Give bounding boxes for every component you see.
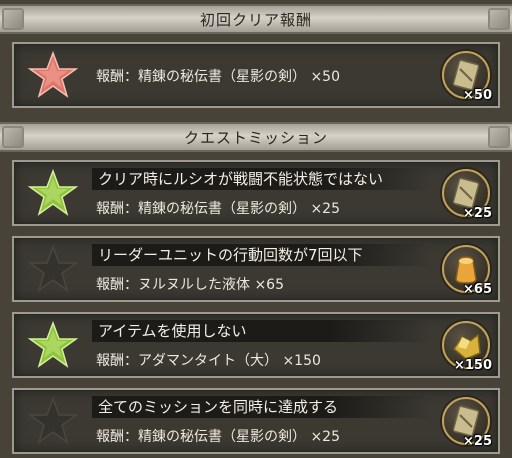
reward-text: 報酬：アダマンタイト（大） ×150 <box>96 353 321 369</box>
star-icon <box>28 244 78 294</box>
mission-condition: アイテムを使用しない <box>92 320 432 342</box>
item-quantity: ×150 <box>453 358 492 373</box>
book-icon: ×25 <box>442 169 492 221</box>
star-icon <box>28 396 78 446</box>
mission-card: 全てのミッションを同時に達成する 報酬：精錬の秘伝書（星影の剣） ×25 ×25 <box>12 388 500 454</box>
item-quantity: ×50 <box>463 88 492 103</box>
reward-text: 報酬：精錬の秘伝書（星影の剣） ×25 <box>96 429 340 445</box>
mission-card: アイテムを使用しない 報酬：アダマンタイト（大） ×150 ×150 <box>12 312 500 378</box>
book-icon: ×25 <box>442 397 492 449</box>
reward-text: 報酬：精錬の秘伝書（星影の剣） ×50 <box>96 69 340 85</box>
star-icon <box>28 168 78 218</box>
corner-ornament <box>2 126 24 148</box>
item-quantity: ×65 <box>463 282 492 297</box>
corner-ornament <box>488 126 510 148</box>
quest-missions-header: クエストミッション <box>0 122 512 152</box>
item-quantity: ×25 <box>463 206 492 221</box>
mission-card: クリア時にルシオが戦闘不能状態ではない 報酬：精錬の秘伝書（星影の剣） ×25 … <box>12 160 500 226</box>
potion-icon: ×65 <box>442 245 492 297</box>
star-icon <box>28 50 78 100</box>
ore-icon: ×150 <box>442 321 492 373</box>
item-quantity: ×25 <box>463 434 492 449</box>
first-clear-reward-card: 報酬：精錬の秘伝書（星影の剣） ×50 ×50 <box>12 42 500 108</box>
mission-condition: リーダーユニットの行動回数が7回以下 <box>92 244 432 266</box>
mission-condition: 全てのミッションを同時に達成する <box>92 396 432 418</box>
book-icon: ×50 <box>442 51 492 103</box>
corner-ornament <box>488 8 510 30</box>
corner-ornament <box>2 8 24 30</box>
mission-card: リーダーユニットの行動回数が7回以下 報酬：ヌルヌルした液体 ×65 ×65 <box>12 236 500 302</box>
reward-text: 報酬：精錬の秘伝書（星影の剣） ×25 <box>96 201 340 217</box>
first-clear-title: 初回クリア報酬 <box>199 10 312 29</box>
mission-condition: クリア時にルシオが戦闘不能状態ではない <box>92 168 432 190</box>
quest-missions-title: クエストミッション <box>183 128 328 147</box>
reward-text: 報酬：ヌルヌルした液体 ×65 <box>96 277 284 293</box>
star-icon <box>28 320 78 370</box>
first-clear-header: 初回クリア報酬 <box>0 4 512 34</box>
